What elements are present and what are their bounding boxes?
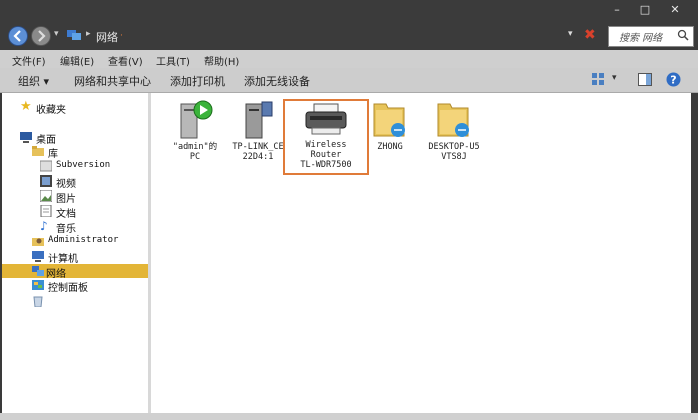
add-printer-button[interactable]: 添加打印机 xyxy=(170,73,225,89)
network-center-button[interactable]: 网络和共享中心 xyxy=(74,73,151,89)
menu-file[interactable]: 文件(F) xyxy=(12,53,46,68)
history-dropdown-icon[interactable]: ▾ xyxy=(54,29,59,39)
nav-desktop-label: 桌面 xyxy=(36,135,56,146)
nav-network-label: 网络 xyxy=(46,269,66,280)
search-box[interactable]: 搜索 网络 xyxy=(608,26,694,47)
nav-administrator-label: Administrator xyxy=(48,235,119,245)
window-frame-right xyxy=(691,93,698,413)
file-name: DESKTOP-U5 VTS8J xyxy=(428,142,480,162)
recycle-bin-icon xyxy=(33,296,43,307)
title-bar: – □ ✕ xyxy=(0,0,698,22)
file-name: ZHONG xyxy=(377,142,403,152)
add-wireless-device-button[interactable]: 添加无线设备 xyxy=(244,73,310,89)
media-server-icon xyxy=(245,101,273,139)
command-bar: 组织 ▾ 网络和共享中心 添加打印机 添加无线设备 ▾ ? xyxy=(0,68,698,93)
control-panel-icon xyxy=(32,280,44,290)
computer-icon xyxy=(32,251,44,262)
back-button[interactable] xyxy=(8,26,28,46)
menu-bar: 文件(F) 编辑(E) 查看(V) 工具(T) 帮助(H) xyxy=(0,50,698,69)
status-bar xyxy=(0,413,698,420)
preview-pane-icon[interactable] xyxy=(638,73,652,86)
menu-help[interactable]: 帮助(H) xyxy=(204,53,239,68)
file-item-tp-link[interactable]: TP-LINK_CE 22D4:1 xyxy=(226,100,290,162)
folder-computer-icon xyxy=(373,103,405,137)
network-icon xyxy=(32,266,44,276)
svg-text:?: ? xyxy=(670,74,676,87)
nav-library-label: 库 xyxy=(48,149,58,160)
nav-pictures-label: 图片 xyxy=(56,194,76,205)
nav-control-panel-label: 控制面板 xyxy=(48,283,88,294)
file-item-desktop-u5[interactable]: DESKTOP-U5 VTS8J xyxy=(422,100,486,162)
nav-documents-label: 文档 xyxy=(56,209,76,220)
breadcrumb-dropdown-icon[interactable]: · xyxy=(120,31,123,41)
network-location-icon xyxy=(67,30,81,40)
view-dropdown-icon[interactable]: ▾ xyxy=(612,73,617,83)
file-item-admin-pc[interactable]: "admin"的 PC xyxy=(163,100,227,162)
refresh-icon[interactable]: ✖ xyxy=(584,27,596,43)
file-item-wireless-router[interactable]: Wireless Router TL-WDR7500 xyxy=(294,102,358,170)
music-icon: ♪ xyxy=(40,219,48,233)
subversion-icon xyxy=(40,160,52,172)
minimize-button[interactable]: – xyxy=(604,2,630,18)
search-icon[interactable] xyxy=(677,29,689,41)
organize-button[interactable]: 组织 ▾ xyxy=(18,73,49,89)
file-name: "admin"的 PC xyxy=(172,142,218,162)
video-icon xyxy=(40,175,52,187)
search-placeholder: 搜索 网络 xyxy=(619,33,663,44)
router-icon xyxy=(305,103,347,135)
maximize-button[interactable]: □ xyxy=(632,2,658,18)
address-dropdown-icon[interactable]: ▾ xyxy=(568,29,573,39)
desktop-icon xyxy=(20,132,32,143)
navigation-pane: ★ 收藏夹 桌面 库 Subversion 视频 图片 文档 ♪ 音乐 Admi… xyxy=(2,93,148,413)
nav-computer-label: 计算机 xyxy=(48,254,78,265)
media-device-icon xyxy=(180,100,213,139)
star-icon: ★ xyxy=(20,99,32,114)
help-icon[interactable]: ? xyxy=(666,72,681,87)
address-bar: ▾ ▸ 网络 · ▾ ✖ 搜索 网络 xyxy=(0,22,698,50)
folder-computer-icon xyxy=(437,103,469,137)
nav-favorites-label: 收藏夹 xyxy=(36,105,66,116)
file-name: Wireless Router TL-WDR7500 xyxy=(300,140,352,170)
nav-music-label: 音乐 xyxy=(56,224,76,235)
nav-network[interactable]: 网络 xyxy=(2,264,148,280)
close-button[interactable]: ✕ xyxy=(662,2,688,18)
forward-button[interactable] xyxy=(31,26,51,46)
menu-tools[interactable]: 工具(T) xyxy=(156,53,190,68)
menu-edit[interactable]: 编辑(E) xyxy=(60,53,94,68)
user-folder-icon xyxy=(32,238,44,246)
library-icon xyxy=(32,146,44,156)
nav-videos-label: 视频 xyxy=(56,179,76,190)
nav-subversion-label: Subversion xyxy=(56,160,111,170)
menu-view[interactable]: 查看(V) xyxy=(108,53,143,68)
file-item-zhong[interactable]: ZHONG xyxy=(358,100,422,152)
breadcrumb-network[interactable]: 网络 xyxy=(96,29,118,45)
file-name: TP-LINK_CE 22D4:1 xyxy=(232,142,284,162)
pictures-icon xyxy=(40,190,52,202)
breadcrumb-separator-icon: ▸ xyxy=(86,29,91,39)
view-options-icon[interactable] xyxy=(592,73,606,85)
documents-icon xyxy=(40,205,52,217)
